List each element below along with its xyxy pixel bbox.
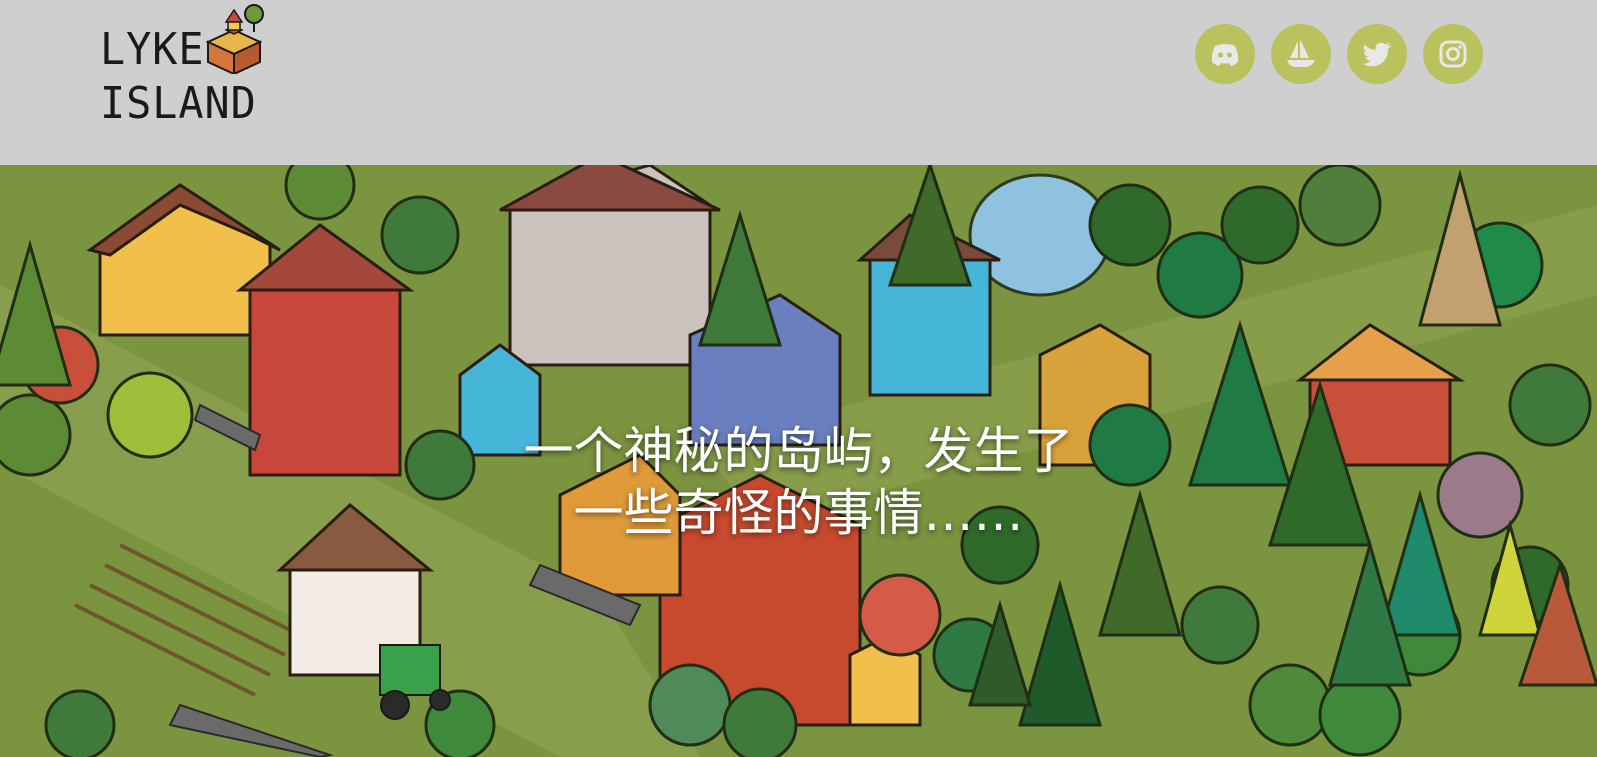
hero-title-line2: 一些奇怪的事情…… [573, 484, 1024, 542]
hero-title-line1: 一个神秘的岛屿，发生了 [523, 422, 1074, 480]
twitter-link[interactable] [1347, 24, 1407, 84]
logo[interactable]: LYKE ISLAND [96, 2, 286, 130]
hero-banner: 一个神秘的岛屿，发生了 一些奇怪的事情…… [0, 165, 1597, 757]
cube-house-icon [205, 4, 264, 74]
discord-icon [1211, 44, 1239, 66]
social-links [1195, 24, 1483, 84]
logo-text-line1: LYKE [100, 24, 205, 75]
site-header: LYKE ISLAND [0, 0, 1597, 165]
hero-title: 一个神秘的岛屿，发生了 一些奇怪的事情…… [0, 420, 1597, 544]
instagram-camera-icon [1439, 40, 1467, 68]
instagram-link[interactable] [1423, 24, 1483, 84]
twitter-bird-icon [1362, 42, 1391, 67]
logo-text-line2: ISLAND [100, 78, 257, 129]
opensea-link[interactable] [1271, 24, 1331, 84]
discord-link[interactable] [1195, 24, 1255, 84]
opensea-boat-icon [1287, 39, 1315, 67]
